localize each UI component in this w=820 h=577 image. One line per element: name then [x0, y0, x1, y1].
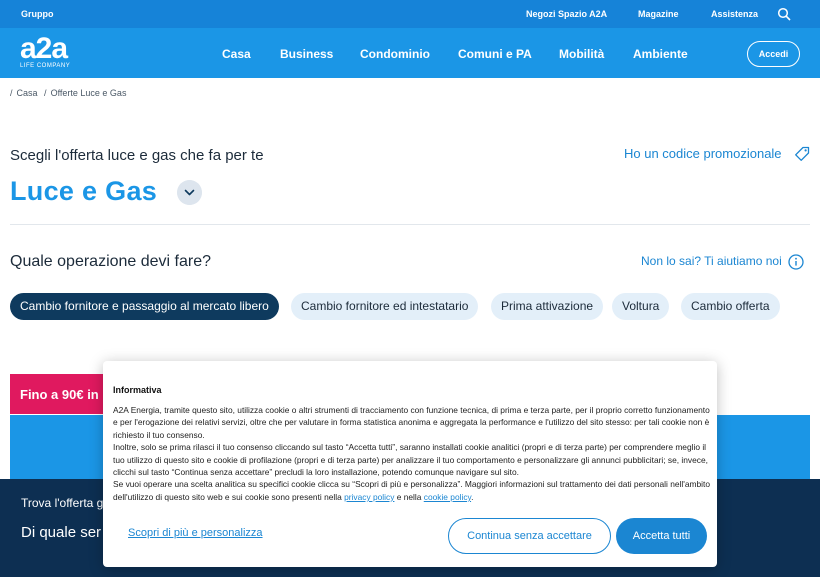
search-icon[interactable] — [777, 7, 791, 21]
breadcrumb-casa[interactable]: Casa — [17, 88, 38, 98]
chevron-down-icon[interactable] — [177, 180, 202, 205]
cookie-consent-dialog: Informativa A2A Energia, tramite questo … — [103, 361, 717, 567]
band-line-2: Di quale ser — [21, 524, 102, 541]
cookie-paragraph-2: Inoltre, solo se prima rilasci il tuo co… — [113, 442, 708, 478]
login-button[interactable]: Accedi — [747, 41, 800, 67]
customize-link[interactable]: Scopri di più e personalizza — [128, 527, 263, 539]
cookie-policy-link[interactable]: cookie policy — [424, 492, 471, 502]
nav-item-mobilita[interactable]: Mobilità — [559, 47, 604, 61]
logo-tagline: LIFE COMPANY — [20, 63, 71, 69]
offer-subtitle: Scegli l'offerta luce e gas che fa per t… — [10, 147, 264, 164]
breadcrumb: / Casa / Offerte Luce e Gas — [10, 88, 130, 98]
utility-bar: Gruppo Negozi Spazio A2A Magazine Assist… — [0, 0, 820, 28]
logo-mark: a2a — [20, 32, 68, 65]
cookie-text: A2A Energia, tramite questo sito, utiliz… — [113, 404, 711, 503]
promo-badge: Fino a 90€ in — [10, 374, 106, 414]
operation-question: Quale operazione devi fare? — [10, 253, 212, 270]
nav-item-comuni-pa[interactable]: Comuni e PA — [458, 47, 532, 61]
chip-voltura[interactable]: Voltura — [612, 293, 670, 320]
privacy-policy-link[interactable]: privacy policy — [344, 492, 394, 502]
info-icon[interactable] — [788, 254, 804, 270]
section-divider — [10, 224, 810, 225]
gruppo-link[interactable]: Gruppo — [21, 9, 54, 19]
chip-cambio-fornitore-mercato-libero[interactable]: Cambio fornitore e passaggio al mercato … — [10, 293, 279, 320]
nav-item-casa[interactable]: Casa — [222, 47, 251, 61]
continue-without-accepting-button[interactable]: Continua senza accettare — [448, 518, 611, 554]
tag-icon[interactable] — [794, 146, 810, 162]
page-title: Luce e Gas — [10, 176, 158, 206]
breadcrumb-current: Offerte Luce e Gas — [50, 88, 127, 98]
cookie-paragraph-3-mid: e nella — [394, 491, 424, 502]
chip-cambio-offerta[interactable]: Cambio offerta — [681, 293, 780, 320]
main-navigation: a2a LIFE COMPANY Casa Business Condomini… — [0, 28, 820, 78]
accept-all-button[interactable]: Accetta tutti — [616, 518, 707, 554]
cookie-paragraph-1: A2A Energia, tramite questo sito, utiliz… — [113, 405, 710, 440]
nav-item-ambiente[interactable]: Ambiente — [633, 47, 688, 61]
promo-code-link[interactable]: Ho un codice promozionale — [624, 146, 782, 161]
assistenza-link[interactable]: Assistenza — [711, 9, 758, 19]
help-link[interactable]: Non lo sai? Ti aiutiamo noi — [641, 254, 782, 268]
cookie-title: Informativa — [113, 385, 162, 395]
magazine-link[interactable]: Magazine — [638, 9, 679, 19]
negozi-link[interactable]: Negozi Spazio A2A — [526, 9, 607, 19]
a2a-logo[interactable]: a2a LIFE COMPANY — [20, 32, 82, 70]
chip-prima-attivazione[interactable]: Prima attivazione — [491, 293, 604, 320]
nav-item-business[interactable]: Business — [280, 47, 333, 61]
breadcrumb-separator: / — [44, 88, 47, 98]
chip-cambio-fornitore-intestatario[interactable]: Cambio fornitore ed intestatario — [291, 293, 479, 320]
breadcrumb-separator: / — [10, 88, 13, 98]
band-line-1: Trova l'offerta g — [21, 496, 104, 510]
cookie-paragraph-3-end: . — [471, 491, 474, 502]
nav-item-condominio[interactable]: Condominio — [360, 47, 430, 61]
